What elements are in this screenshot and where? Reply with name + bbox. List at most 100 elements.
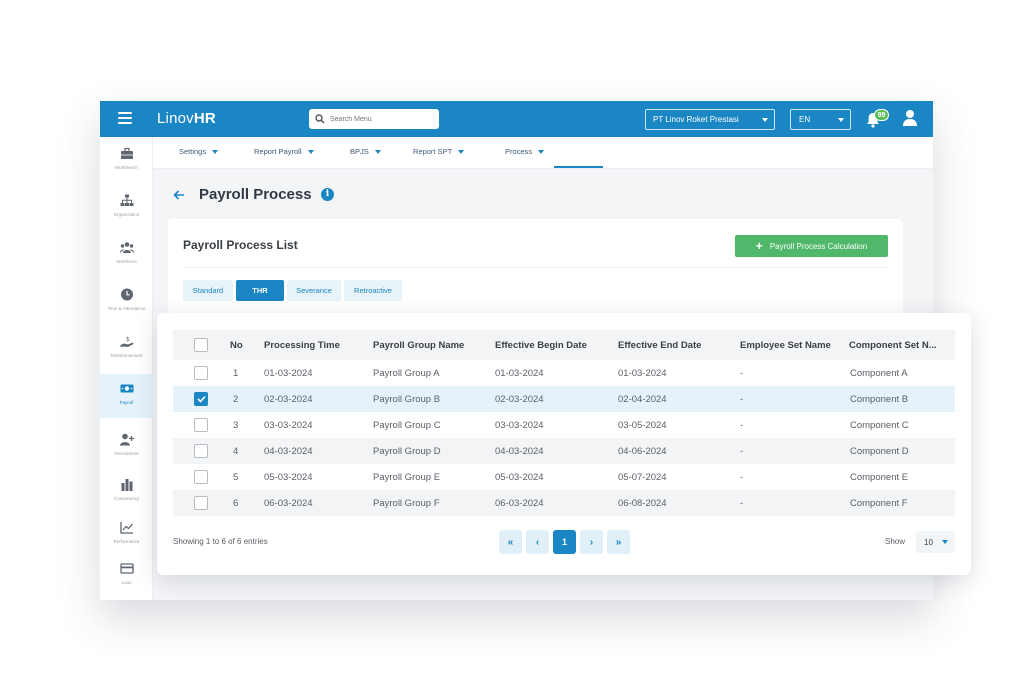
list-title: Payroll Process List bbox=[183, 238, 298, 252]
org-chart-icon bbox=[120, 194, 133, 206]
cell-payroll-group: Payroll Group B bbox=[373, 393, 441, 405]
tab-severance[interactable]: Severance bbox=[287, 280, 341, 301]
column-header-employee-set[interactable]: Employee Set Name bbox=[740, 330, 831, 360]
chevron-down-icon bbox=[838, 118, 844, 122]
sidebar-item-workforce[interactable]: Workforce bbox=[100, 233, 153, 277]
next-page-button[interactable]: › bbox=[580, 530, 603, 554]
nav-bpjs[interactable]: BPJS bbox=[350, 147, 381, 156]
plus-icon: + bbox=[755, 239, 763, 253]
bar-chart-icon bbox=[121, 479, 132, 491]
show-label: Show bbox=[885, 537, 906, 546]
cell-employee-set: - bbox=[740, 367, 744, 379]
cell-no: 4 bbox=[233, 445, 239, 457]
page-1-button[interactable]: 1 bbox=[553, 530, 576, 554]
cell-processing-time: 06-03-2024 bbox=[264, 497, 313, 509]
sidebar-item-recruitment[interactable]: Recruitment bbox=[100, 425, 153, 469]
cell-component-set: Component F bbox=[850, 497, 908, 509]
cell-no: 3 bbox=[233, 419, 239, 431]
card-icon bbox=[119, 563, 134, 574]
sidebar-item-performance[interactable]: Performance bbox=[100, 513, 153, 557]
hand-money-icon: $ bbox=[120, 336, 133, 347]
page-size-value: 10 bbox=[924, 537, 933, 547]
column-header-component-set[interactable]: Component Set N... bbox=[849, 330, 937, 360]
company-select[interactable]: PT Linov Roket Prestasi bbox=[645, 109, 775, 130]
column-header-no[interactable]: No bbox=[230, 330, 243, 360]
sidebar-item-time-attendance[interactable]: Time & Attendance bbox=[100, 280, 153, 324]
briefcase-icon bbox=[120, 147, 133, 159]
sidebar-item-label: Organization bbox=[113, 212, 140, 217]
notification-badge: 99 bbox=[874, 109, 889, 121]
back-arrow-icon[interactable] bbox=[172, 188, 186, 202]
search-icon bbox=[315, 114, 325, 124]
tab-retroactive[interactable]: Retroactive bbox=[344, 280, 402, 301]
last-page-button[interactable]: » bbox=[607, 530, 630, 554]
cell-component-set: Component B bbox=[850, 393, 909, 405]
sidebar-item-competency[interactable]: Competency bbox=[100, 470, 153, 514]
chevron-down-icon bbox=[307, 150, 314, 155]
search-box[interactable] bbox=[309, 109, 439, 129]
payroll-process-calculation-button[interactable]: + Payroll Process Calculation bbox=[735, 235, 888, 257]
cell-begin-date: 05-03-2024 bbox=[495, 471, 544, 483]
sidebar-item-loan[interactable]: Loan bbox=[100, 554, 153, 598]
table-footer: Showing 1 to 6 of 6 entries « ‹ 1 › » Sh… bbox=[173, 530, 955, 554]
info-icon[interactable]: i bbox=[321, 188, 334, 201]
row-checkbox[interactable] bbox=[194, 392, 208, 406]
chevron-down-icon bbox=[458, 150, 465, 155]
cell-no: 1 bbox=[233, 367, 239, 379]
table-row[interactable]: 3 03-03-2024 Payroll Group C 03-03-2024 03-0… bbox=[173, 412, 955, 438]
column-header-begin-date[interactable]: Effective Begin Date bbox=[495, 330, 587, 360]
table-row[interactable]: 4 04-03-2024 Payroll Group D 04-03-2024 04-0… bbox=[173, 438, 955, 464]
cell-employee-set: - bbox=[740, 445, 744, 457]
tab-standard[interactable]: Standard bbox=[183, 280, 233, 301]
page-size-select[interactable]: 10 bbox=[916, 531, 955, 553]
divider bbox=[183, 267, 888, 268]
sidebar-item-payroll[interactable]: Payroll bbox=[100, 374, 153, 418]
prev-page-button[interactable]: ‹ bbox=[526, 530, 549, 554]
menu-icon[interactable] bbox=[118, 112, 132, 124]
sidebar-item-workbench[interactable]: Workbench bbox=[100, 139, 153, 183]
svg-text:$: $ bbox=[126, 336, 130, 343]
nav-report-spt[interactable]: Report SPT bbox=[413, 147, 465, 156]
chevron-down-icon bbox=[538, 150, 545, 155]
language-select[interactable]: EN bbox=[790, 109, 851, 130]
cell-end-date: 03-05-2024 bbox=[618, 419, 667, 431]
chevron-down-icon bbox=[212, 150, 219, 155]
table-header: No Processing Time Payroll Group Name Ef… bbox=[173, 330, 955, 360]
cell-begin-date: 01-03-2024 bbox=[495, 367, 544, 379]
sidebar-item-organization[interactable]: Organization bbox=[100, 186, 153, 230]
table-row[interactable]: 5 05-03-2024 Payroll Group E 05-03-2024 05-0… bbox=[173, 464, 955, 490]
column-header-processing-time[interactable]: Processing Time bbox=[264, 330, 340, 360]
cell-end-date: 02-04-2024 bbox=[618, 393, 667, 405]
trend-icon bbox=[119, 522, 133, 534]
top-bar: LinovHR PT Linov Roket Prestasi EN 99 bbox=[100, 101, 933, 137]
nav-report-payroll[interactable]: Report Payroll bbox=[254, 147, 314, 156]
row-checkbox[interactable] bbox=[194, 470, 208, 484]
select-all-checkbox[interactable] bbox=[194, 338, 208, 352]
row-checkbox[interactable] bbox=[194, 418, 208, 432]
cell-no: 2 bbox=[233, 393, 239, 405]
user-plus-icon bbox=[119, 433, 134, 446]
table-row[interactable]: 2 02-03-2024 Payroll Group B 02-03-2024 02-0… bbox=[173, 386, 955, 412]
cell-component-set: Component D bbox=[850, 445, 909, 457]
tab-thr[interactable]: THR bbox=[236, 280, 284, 301]
money-icon bbox=[120, 384, 133, 393]
sidebar-item-reimbursement[interactable]: $ Reimbursement bbox=[100, 327, 153, 371]
cell-end-date: 06-08-2024 bbox=[618, 497, 667, 509]
row-checkbox[interactable] bbox=[194, 366, 208, 380]
column-header-payroll-group[interactable]: Payroll Group Name bbox=[373, 330, 464, 360]
first-page-button[interactable]: « bbox=[499, 530, 522, 554]
row-checkbox[interactable] bbox=[194, 496, 208, 510]
nav-settings[interactable]: Settings bbox=[179, 147, 219, 156]
row-checkbox[interactable] bbox=[194, 444, 208, 458]
table-row[interactable]: 1 01-03-2024 Payroll Group A 01-03-2024 01-0… bbox=[173, 360, 955, 386]
cell-begin-date: 04-03-2024 bbox=[495, 445, 544, 457]
search-input[interactable] bbox=[330, 115, 430, 123]
clock-icon bbox=[120, 288, 133, 301]
table-row[interactable]: 6 06-03-2024 Payroll Group F 06-03-2024 06-0… bbox=[173, 490, 955, 516]
nav-process[interactable]: Process bbox=[505, 147, 545, 156]
column-header-end-date[interactable]: Effective End Date bbox=[618, 330, 701, 360]
user-icon[interactable] bbox=[902, 109, 918, 127]
cell-end-date: 05-07-2024 bbox=[618, 471, 667, 483]
cell-component-set: Component A bbox=[850, 367, 908, 379]
sub-navigation: Settings Report Payroll BPJS Report SPT … bbox=[153, 137, 933, 169]
